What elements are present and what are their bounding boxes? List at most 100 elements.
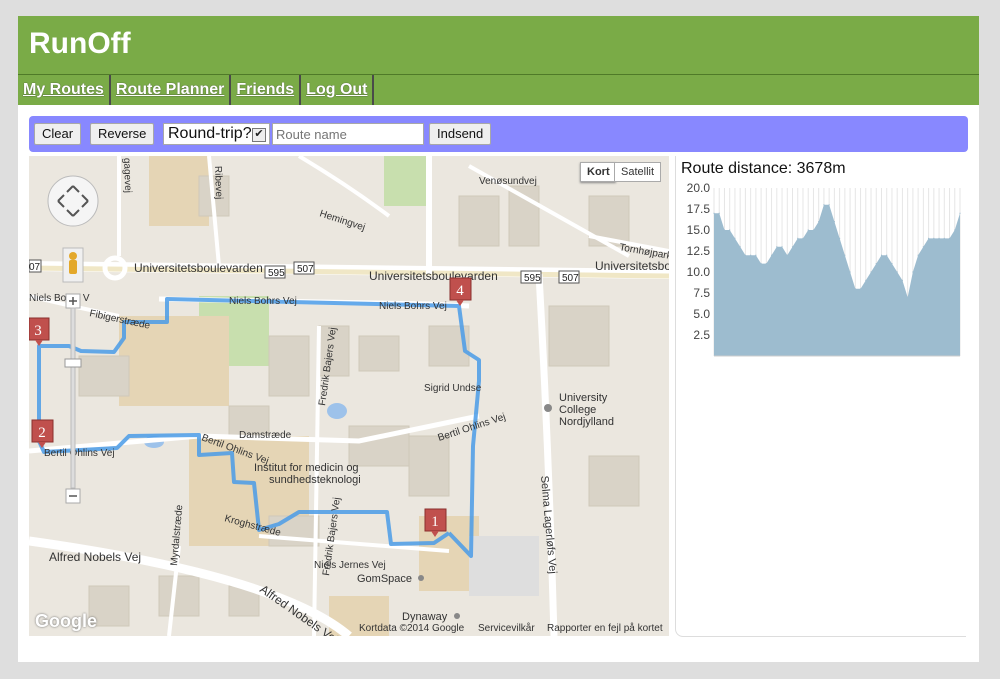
- clear-button[interactable]: Clear: [34, 123, 82, 145]
- elevation-point: [713, 212, 715, 214]
- svg-text:1: 1: [431, 514, 439, 530]
- nav-friends[interactable]: Friends: [231, 75, 302, 105]
- svg-text:3: 3: [34, 323, 42, 339]
- elevation-point: [943, 237, 945, 239]
- street-label: Niels Jernes Vej: [314, 560, 386, 571]
- google-logo: Google: [35, 611, 97, 631]
- route-name-input[interactable]: [272, 123, 424, 145]
- svg-text:2: 2: [38, 425, 46, 441]
- submit-button[interactable]: Indsend: [429, 123, 492, 145]
- elevation-point: [755, 254, 757, 256]
- street-label: gagevej: [121, 158, 133, 193]
- street-label: Niels Bohrs Vej: [379, 301, 447, 312]
- route-marker-3[interactable]: 3: [29, 317, 50, 346]
- pond: [327, 403, 347, 419]
- campus-area: [119, 316, 229, 406]
- elevation-point: [938, 237, 940, 239]
- y-tick-label: 2.5: [693, 328, 710, 342]
- route-toolbar: Clear Reverse Round-trip? ✔ Indsend: [29, 116, 968, 152]
- street-label: Niels Bohrs V: [29, 293, 90, 304]
- y-tick-label: 17.5: [687, 202, 711, 216]
- main-nav: My Routes Route Planner Friends Log Out: [18, 75, 979, 105]
- elevation-panel: Route distance: 3678m 20.0 17.5 15.0 12.5 10…: [675, 156, 966, 637]
- elevation-point: [839, 237, 841, 239]
- elevation-point: [723, 229, 726, 231]
- elevation-point: [896, 271, 898, 273]
- elevation-point: [739, 246, 741, 248]
- elevation-point: [917, 254, 919, 256]
- route-marker-2[interactable]: 2: [31, 419, 54, 448]
- map-type-kort[interactable]: Kort: [580, 162, 616, 182]
- y-tick-label: 10.0: [687, 265, 711, 279]
- route-distance: Route distance: 3678m: [681, 160, 846, 177]
- street-label: Hemingvej: [318, 208, 366, 233]
- y-tick-label: 20.0: [687, 181, 711, 195]
- y-tick-label: 7.5: [693, 286, 710, 300]
- elevation-point: [823, 204, 825, 206]
- street-label: Selma Lagerløfs Vej: [538, 475, 559, 574]
- route-marker-4[interactable]: 4: [449, 277, 472, 306]
- elevation-point: [859, 288, 862, 290]
- elevation-point: [922, 246, 924, 248]
- elevation-point: [750, 254, 752, 256]
- map-canvas[interactable]: 595 507 595 507 07 Universitetsboulevard…: [29, 156, 669, 636]
- building-label: Institut for medicin og: [254, 462, 359, 474]
- street-label: Damstræde: [239, 430, 292, 441]
- y-tick-label: 15.0: [687, 223, 711, 237]
- elevation-point: [927, 237, 930, 239]
- zoom-control[interactable]: [64, 293, 82, 504]
- poi-icon: [418, 575, 424, 581]
- elevation-point: [781, 246, 783, 248]
- elevation-point: [844, 254, 846, 256]
- park-area: [384, 156, 429, 206]
- elevation-point: [807, 229, 809, 231]
- roundtrip-label: Round-trip?: [168, 125, 252, 142]
- nav-my-routes[interactable]: My Routes: [18, 75, 111, 105]
- street-label: Myrdalstræde: [169, 504, 185, 566]
- poi-label: GomSpace: [357, 573, 412, 585]
- reverse-button[interactable]: Reverse: [90, 123, 155, 145]
- street-label: Venøsundvej: [479, 176, 537, 187]
- elevation-point: [865, 279, 867, 281]
- elevation-point: [833, 221, 835, 223]
- roundtrip-group: Round-trip? ✔: [163, 123, 270, 145]
- map-attribution: Kortdata ©2014 Google: [359, 623, 465, 634]
- elevation-point: [765, 263, 767, 265]
- elevation-point: [907, 296, 909, 298]
- poi-label: University: [559, 392, 608, 404]
- app-header: RunOff: [18, 16, 979, 75]
- elevation-point: [875, 263, 877, 265]
- elevation-point: [791, 246, 794, 248]
- roundtrip-checkbox[interactable]: ✔: [252, 128, 266, 142]
- elevation-point: [948, 237, 951, 239]
- elevation-point: [718, 212, 720, 214]
- street-label: Niels Bohrs Vej: [229, 296, 297, 307]
- y-tick-label: 12.5: [687, 244, 711, 258]
- map-type-satellit[interactable]: Satellit: [614, 162, 662, 182]
- nav-log-out[interactable]: Log Out: [301, 75, 375, 105]
- report-error-link[interactable]: Rapporter en fejl på kortet: [547, 623, 663, 634]
- app-title: RunOff: [29, 27, 131, 60]
- elevation-point: [933, 237, 935, 239]
- street-label: Ribevej: [212, 166, 224, 200]
- road-badge: 507: [562, 273, 579, 284]
- pegman-icon[interactable]: [62, 247, 84, 283]
- nav-route-planner[interactable]: Route Planner: [111, 75, 232, 105]
- elevation-point: [854, 288, 856, 290]
- poi-label: Nordjylland: [559, 416, 614, 428]
- elevation-chart: 20.0 17.5 15.0 12.5 10.0 7.5 5.0 2.5: [687, 181, 961, 357]
- street-label: Alfred Nobels Vej: [49, 550, 141, 564]
- elevation-point: [802, 237, 804, 239]
- poi-label: College: [559, 404, 596, 416]
- elevation-point: [818, 221, 820, 223]
- route-map[interactable]: 595 507 595 507 07 Universitetsboulevard…: [29, 156, 669, 636]
- elevation-point: [812, 229, 815, 231]
- elevation-point: [786, 254, 788, 256]
- pan-control[interactable]: [47, 175, 99, 227]
- terms-link[interactable]: Servicevilkår: [478, 623, 535, 634]
- poi-icon: [544, 404, 552, 412]
- street-label: Sigrid Undse: [424, 383, 482, 394]
- elevation-point: [954, 229, 956, 231]
- elevation-point: [729, 229, 731, 231]
- building-area: [469, 536, 539, 596]
